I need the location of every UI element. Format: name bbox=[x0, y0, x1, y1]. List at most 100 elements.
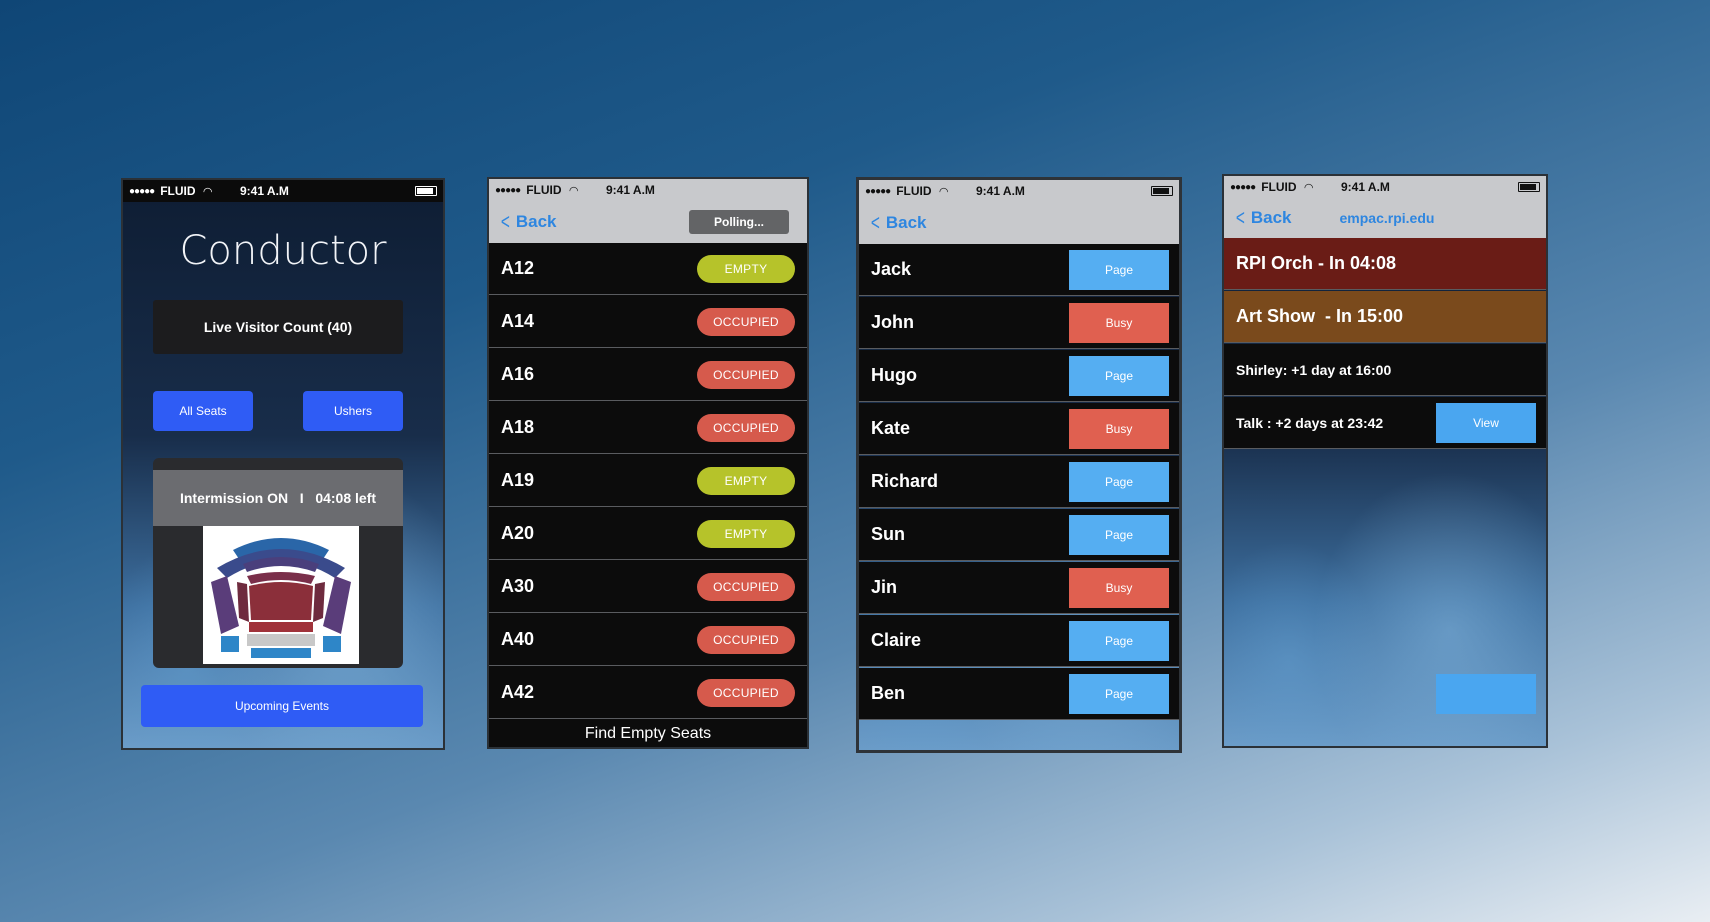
wifi-icon: ◠ bbox=[939, 185, 948, 198]
carrier-label: FLUID bbox=[526, 183, 562, 197]
event-row[interactable]: Shirley: +1 day at 16:00 bbox=[1224, 344, 1546, 396]
ushers-label: Ushers bbox=[333, 404, 372, 418]
seat-id: A19 bbox=[501, 470, 535, 490]
nav-bar: < Back Polling... bbox=[489, 201, 807, 243]
usher-name: John bbox=[871, 312, 914, 332]
seat-row[interactable]: A30 OCCUPIED bbox=[489, 561, 807, 613]
status-bar: ●●●●● FLUID ◠ 9:41 A.M bbox=[859, 180, 1179, 202]
find-empty-seats-label: Find Empty Seats bbox=[584, 725, 712, 742]
event-row[interactable]: Art Show - In 15:00 bbox=[1224, 291, 1546, 343]
usher-name: Sun bbox=[871, 524, 905, 544]
usher-action-button[interactable]: Busy bbox=[1069, 408, 1169, 449]
seat-row[interactable]: A42 OCCUPIED bbox=[489, 667, 807, 719]
seat-id: A30 bbox=[501, 576, 535, 596]
event-row[interactable]: Talk : +2 days at 23:42 View bbox=[1224, 397, 1546, 449]
usher-action-button[interactable]: Page bbox=[1069, 249, 1169, 290]
usher-name: Kate bbox=[871, 418, 911, 438]
nav-bar: < Back bbox=[859, 202, 1179, 244]
chevron-left-icon: < bbox=[500, 209, 510, 234]
signal-icon: ●●●●● bbox=[1230, 181, 1256, 193]
seat-status-badge[interactable]: EMPTY bbox=[697, 466, 795, 495]
usher-action-button[interactable]: Page bbox=[1069, 620, 1169, 661]
seat-list: A12 EMPTY A14 OCCUPIED A16 OCCUPIED A18 OCCUPIE… bbox=[489, 243, 807, 747]
usher-action-button[interactable]: Busy bbox=[1069, 302, 1169, 343]
seat-row[interactable]: A19 EMPTY bbox=[489, 455, 807, 507]
seat-row[interactable]: A16 OCCUPIED bbox=[489, 349, 807, 401]
find-empty-seats-button[interactable]: Find Empty Seats bbox=[489, 721, 807, 747]
status-bar: ●●●●● FLUID ◠ 9:41 A.M bbox=[1224, 176, 1546, 198]
seat-id: A18 bbox=[501, 417, 535, 437]
status-bar: ●●●●● FLUID ◠ 9:41 A.M bbox=[123, 180, 443, 202]
seat-row[interactable]: A14 OCCUPIED bbox=[489, 296, 807, 348]
seat-status-badge[interactable]: OCCUPIED bbox=[697, 413, 795, 442]
usher-name: Jack bbox=[871, 259, 912, 279]
usher-action-button[interactable]: Page bbox=[1069, 461, 1169, 502]
usher-row: Ben Page bbox=[859, 668, 1179, 720]
all-seats-label: All Seats bbox=[179, 404, 227, 418]
view-button[interactable]: View bbox=[1436, 402, 1536, 443]
seat-row[interactable]: A12 EMPTY bbox=[489, 243, 807, 295]
usher-row: John Busy bbox=[859, 297, 1179, 349]
bottom-action-button[interactable] bbox=[1436, 674, 1536, 714]
polling-label: Polling... bbox=[714, 215, 764, 229]
usher-row: Jack Page bbox=[859, 244, 1179, 296]
seat-id: A42 bbox=[501, 682, 535, 702]
phone-upcoming-events: ●●●●● FLUID ◠ 9:41 A.M < Back empac.rpi.… bbox=[1222, 174, 1548, 748]
event-row[interactable]: RPI Orch - In 04:08 bbox=[1224, 238, 1546, 290]
seat-id: A12 bbox=[501, 258, 535, 278]
time-label: 9:41 A.M bbox=[1341, 180, 1390, 194]
carrier-label: FLUID bbox=[1261, 180, 1297, 194]
signal-icon: ●●●●● bbox=[495, 184, 521, 196]
time-label: 9:41 A.M bbox=[606, 183, 655, 197]
chevron-left-icon: < bbox=[1235, 205, 1245, 230]
usher-action-button[interactable]: Page bbox=[1069, 514, 1169, 555]
seat-status-badge[interactable]: OCCUPIED bbox=[697, 572, 795, 601]
all-seats-button[interactable]: All Seats bbox=[153, 391, 253, 431]
carrier-label: FLUID bbox=[896, 184, 932, 198]
visitor-count-button[interactable]: Live Visitor Count (40) bbox=[153, 300, 403, 354]
usher-name: Richard bbox=[871, 471, 939, 491]
seat-status-badge[interactable]: OCCUPIED bbox=[697, 678, 795, 707]
seat-status-badge[interactable]: EMPTY bbox=[697, 519, 795, 548]
wifi-icon: ◠ bbox=[1304, 181, 1313, 194]
battery-icon bbox=[415, 186, 437, 196]
back-button[interactable]: < Back bbox=[499, 209, 557, 235]
event-label: Shirley: +1 day at 16:00 bbox=[1236, 361, 1392, 378]
battery-icon bbox=[1518, 182, 1540, 192]
url-label[interactable]: empac.rpi.edu bbox=[1340, 210, 1435, 226]
seat-status-badge[interactable]: OCCUPIED bbox=[697, 360, 795, 389]
usher-action-button[interactable]: Page bbox=[1069, 673, 1169, 714]
event-label: Talk : +2 days at 23:42 bbox=[1236, 414, 1384, 431]
seat-row[interactable]: A40 OCCUPIED bbox=[489, 614, 807, 666]
usher-row: Jin Busy bbox=[859, 562, 1179, 614]
seat-row[interactable]: A18 OCCUPIED bbox=[489, 402, 807, 454]
usher-name: Ben bbox=[871, 683, 906, 703]
phone-all-seats: ●●●●● FLUID ◠ 9:41 A.M < Back Polling...… bbox=[487, 177, 809, 749]
signal-icon: ●●●●● bbox=[865, 185, 891, 197]
seating-map[interactable] bbox=[203, 526, 359, 664]
phone-ushers: ●●●●● FLUID ◠ 9:41 A.M < Back Jack Page Jo… bbox=[856, 177, 1182, 753]
polling-button[interactable]: Polling... bbox=[689, 210, 789, 234]
usher-action-button[interactable]: Page bbox=[1069, 355, 1169, 396]
seating-chart-image bbox=[211, 538, 351, 658]
usher-row: Hugo Page bbox=[859, 350, 1179, 402]
wifi-icon: ◠ bbox=[569, 184, 578, 197]
upcoming-events-label: Upcoming Events bbox=[234, 699, 330, 713]
seat-status-badge[interactable]: OCCUPIED bbox=[697, 625, 795, 654]
seat-status-badge[interactable]: EMPTY bbox=[697, 254, 795, 283]
usher-row: Kate Busy bbox=[859, 403, 1179, 455]
nav-bar: < Back empac.rpi.edu bbox=[1224, 198, 1546, 238]
ushers-button[interactable]: Ushers bbox=[303, 391, 403, 431]
seat-id: A16 bbox=[501, 364, 535, 384]
seat-row[interactable]: A20 EMPTY bbox=[489, 508, 807, 560]
signal-icon: ●●●●● bbox=[129, 185, 155, 197]
seat-status-badge[interactable]: OCCUPIED bbox=[697, 307, 795, 336]
usher-row: Sun Page bbox=[859, 509, 1179, 561]
usher-row: Claire Page bbox=[859, 615, 1179, 667]
back-button[interactable]: < Back bbox=[1234, 205, 1292, 231]
usher-action-button[interactable]: Busy bbox=[1069, 567, 1169, 608]
upcoming-events-button[interactable]: Upcoming Events bbox=[141, 685, 423, 727]
visitor-count-label: Live Visitor Count (40) bbox=[203, 319, 353, 335]
intermission-label: Intermission ON I 04:08 left bbox=[179, 490, 377, 506]
back-button[interactable]: < Back bbox=[869, 210, 927, 236]
